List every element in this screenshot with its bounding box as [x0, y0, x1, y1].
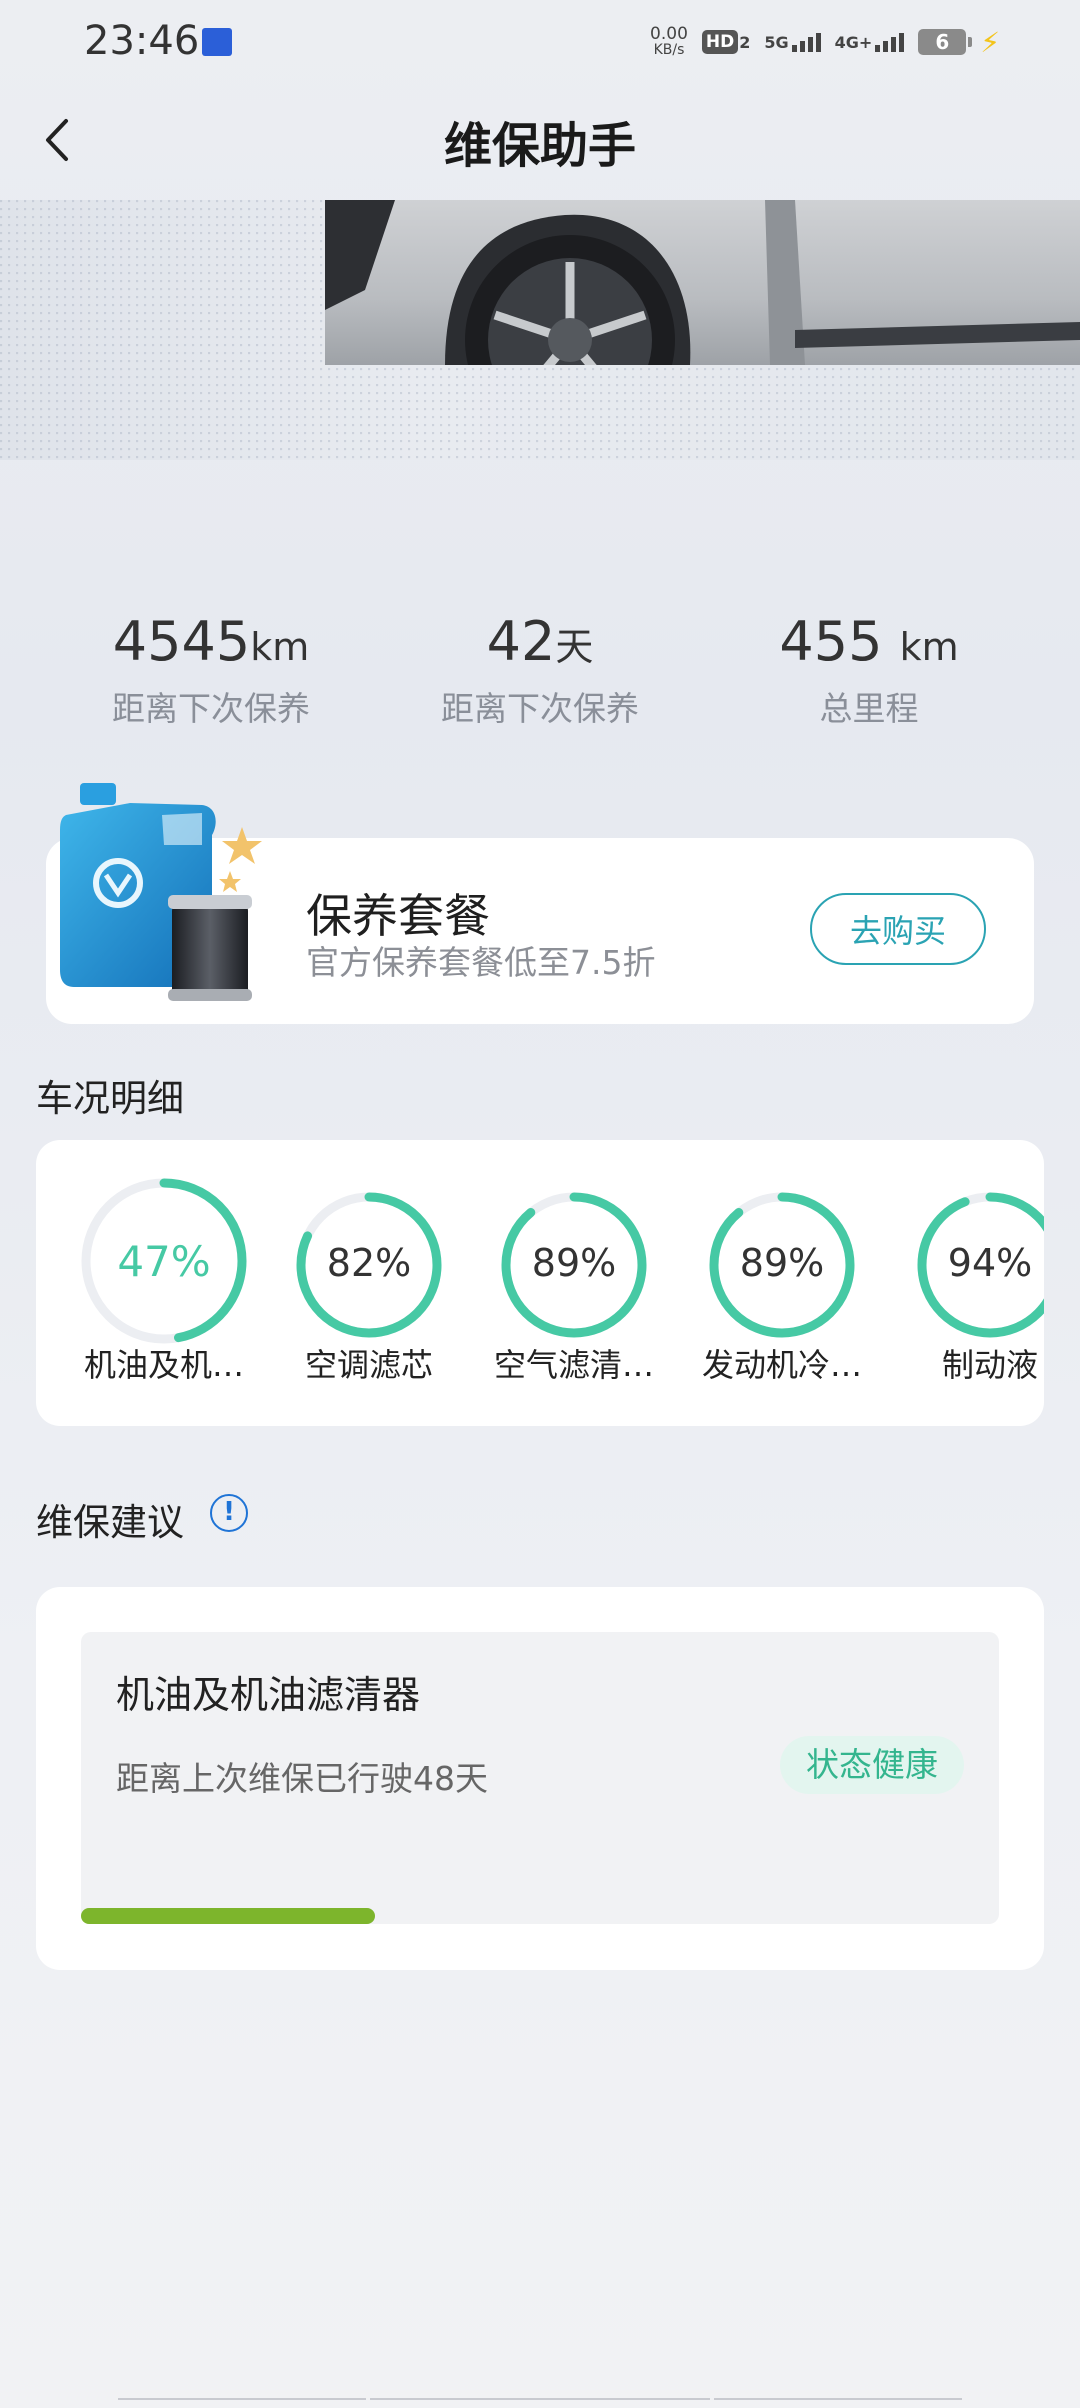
stat-label: 距离下次保养: [112, 689, 310, 728]
condition-card[interactable]: 47% 机油及机… 82% 空调滤芯 89% 空气滤清… 89% 发动机冷… 94% 制动液: [36, 1140, 1044, 1426]
gauge-label: 机油及机…: [83, 1346, 244, 1384]
hd-icon: HD 2: [701, 30, 751, 54]
package-subtitle: 官方保养套餐低至7.5折: [306, 943, 656, 982]
car-image: [325, 200, 1080, 365]
status-badge: 状态健康: [780, 1736, 964, 1794]
gauge-item[interactable]: 47% 机油及机…: [74, 1140, 254, 1426]
network-speed-unit: KB/s: [653, 42, 685, 58]
signal-5g-label: 5G: [764, 32, 789, 52]
stat-unit: km: [899, 625, 959, 669]
info-icon[interactable]: !: [210, 1494, 248, 1532]
gauge-item[interactable]: 82% 空调滤芯: [279, 1140, 459, 1426]
advice-section-title: 维保建议: [36, 1501, 184, 1544]
nav-indicator: [714, 2398, 962, 2400]
stat-next-service-days: 42天: [375, 610, 705, 673]
signal-4g-icon: 4G+: [834, 32, 905, 52]
hd-label: HD: [701, 30, 739, 54]
stat-total-mileage: 455 km: [704, 610, 1034, 673]
network-speed-value: 0.00: [650, 24, 688, 44]
battery-icon: 6: [918, 29, 973, 55]
stat-next-service-km: 4545km: [46, 610, 376, 673]
charging-bolt-icon: ⚡: [980, 25, 1000, 59]
stat-label: 距离下次保养: [441, 689, 639, 728]
gauge-label: 制动液: [941, 1346, 1038, 1384]
signal-5g-icon: 5G: [764, 32, 821, 52]
oil-bottle-icon: [60, 783, 262, 1001]
stat-unit: km: [250, 625, 310, 669]
stat-value: 455: [779, 610, 900, 673]
gauge-percent: 94%: [947, 1241, 1033, 1285]
status-icons: 0.00 KB/s HD 2 5G 4G+ 6 ⚡: [650, 22, 1000, 62]
gauge-item[interactable]: 89% 发动机冷…: [692, 1140, 872, 1426]
gauge-percent: 89%: [531, 1241, 617, 1285]
gauge-label: 空气滤清…: [493, 1346, 654, 1384]
nav-indicator: [370, 2398, 710, 2400]
gauge-percent: 82%: [326, 1241, 412, 1285]
advice-item-title: 机油及机油滤清器: [116, 1673, 421, 1717]
advice-progress-bar: [81, 1908, 375, 1924]
buy-button[interactable]: 去购买: [810, 893, 986, 965]
advice-item-desc: 距离上次维保已行驶48天: [116, 1759, 488, 1798]
signal-4g-label: 4G+: [834, 32, 873, 52]
gauge-item[interactable]: 89% 空气滤清…: [484, 1140, 664, 1426]
status-time: 23:46: [84, 18, 200, 64]
gauge-label: 空调滤芯: [304, 1346, 433, 1384]
stat-value: 42: [486, 610, 556, 673]
stat-label: 总里程: [819, 689, 919, 728]
notification-app-icon: [202, 28, 232, 56]
nav-indicator: [118, 2398, 366, 2400]
gauge-item[interactable]: 94% 制动液: [900, 1140, 1044, 1426]
stat-value: 4545: [112, 610, 251, 673]
gauge-label: 发动机冷…: [701, 1346, 862, 1384]
hd-sim-number: 2: [739, 32, 751, 52]
gauge-percent: 89%: [739, 1241, 825, 1285]
stat-unit: 天: [555, 625, 594, 669]
page-title: 维保助手: [443, 118, 636, 174]
gauge-percent: 47%: [117, 1237, 211, 1286]
network-speed: 0.00 KB/s: [650, 24, 688, 59]
condition-section-title: 车况明细: [36, 1077, 184, 1120]
